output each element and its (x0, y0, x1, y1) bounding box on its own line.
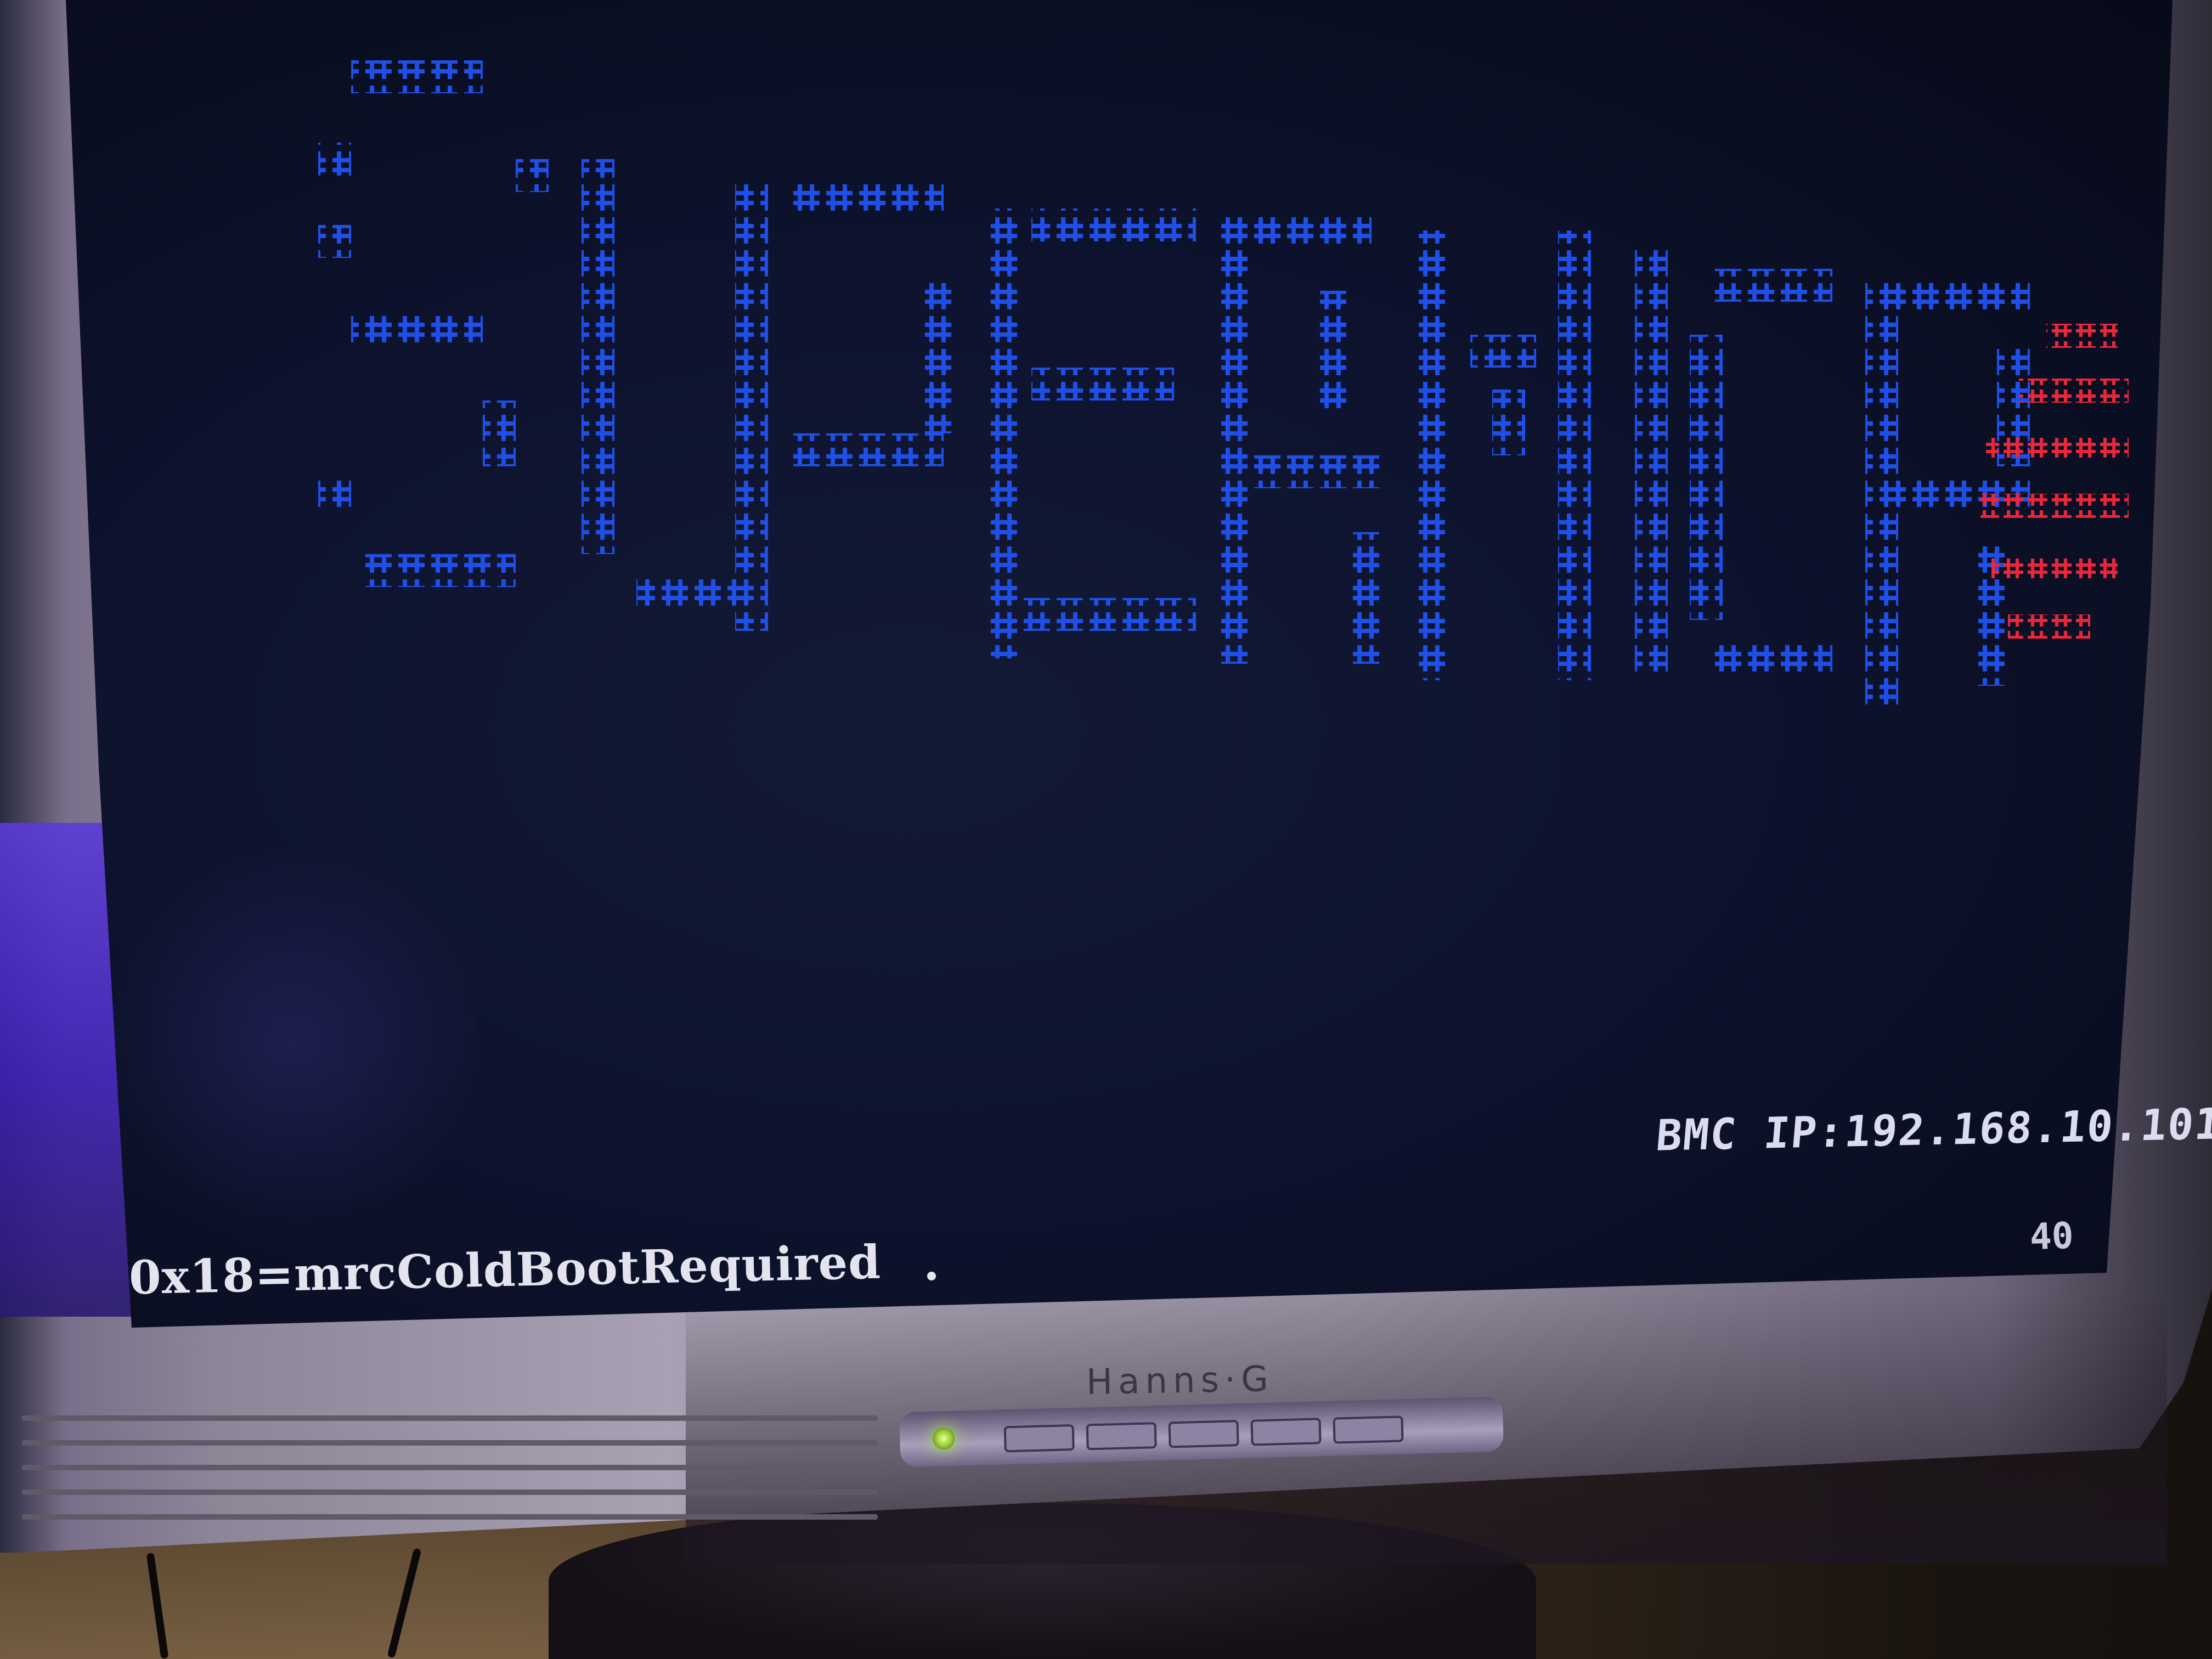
monitor-button[interactable] (1168, 1420, 1239, 1448)
monitor-button[interactable] (1003, 1424, 1075, 1453)
monitor-brand-logo: Hanns·G (1086, 1359, 1274, 1403)
ascii-logo-art (318, 60, 2151, 708)
cursor-dot (927, 1272, 936, 1280)
supermicro-ascii-logo (263, 49, 2151, 708)
vent-line (22, 1440, 878, 1446)
vent-line (22, 1514, 878, 1520)
monitor-button[interactable] (1250, 1418, 1322, 1446)
monitor-button[interactable] (1333, 1415, 1404, 1444)
post-code: 40 (2029, 1214, 2074, 1259)
logo-letters (318, 60, 2030, 708)
vent-line (22, 1489, 878, 1495)
vent-line (22, 1465, 878, 1470)
vent-line (22, 1415, 878, 1421)
monitor-button[interactable] (1086, 1422, 1157, 1451)
power-led-icon (932, 1427, 955, 1450)
screen-glare (99, 850, 483, 1234)
